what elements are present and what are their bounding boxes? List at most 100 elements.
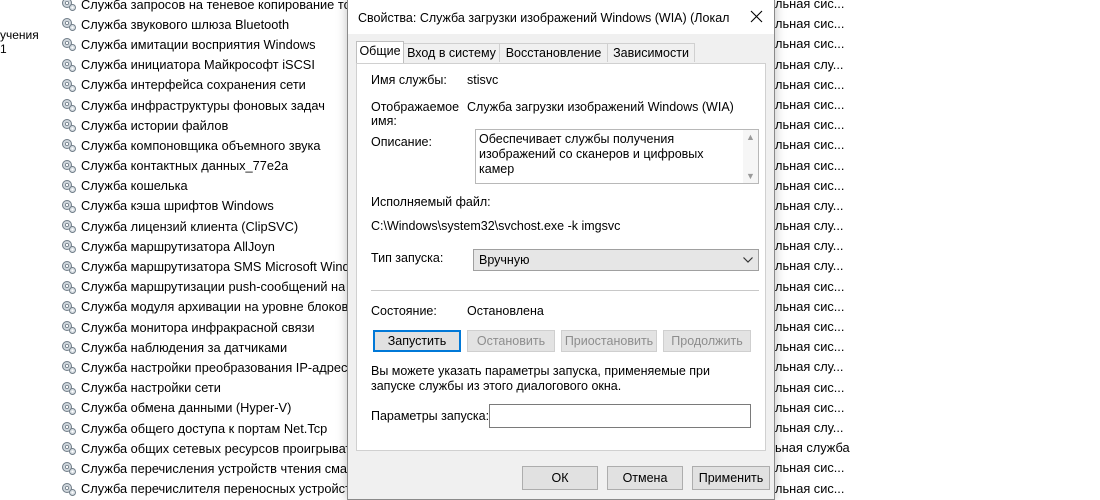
service-logon-cell: льная сис... <box>775 379 845 395</box>
startup-type-select[interactable]: Вручную <box>473 249 759 271</box>
service-row[interactable]: Служба настройки сети <box>60 378 360 398</box>
gear-icon <box>62 321 76 335</box>
service-row[interactable]: Служба перечислителя переносных устройст <box>60 479 360 499</box>
service-logon-cell: льная сис... <box>775 319 845 334</box>
service-name: Служба перечислителя переносных устройст <box>81 481 351 497</box>
apply-button[interactable]: Применить <box>692 466 770 490</box>
service-name: Служба общих сетевых ресурсов проигрыват <box>81 440 352 456</box>
stop-button[interactable]: Остановить <box>467 330 555 352</box>
service-row[interactable]: Служба интерфейса сохранения сети <box>60 75 360 95</box>
service-name: Служба общего доступа к портам Net.Tcp <box>81 420 328 436</box>
service-row[interactable]: Служба общих сетевых ресурсов проигрыват <box>60 438 360 458</box>
service-logon-cell: льная сис... <box>775 278 845 294</box>
tab-recovery[interactable]: Восстановление <box>499 43 608 62</box>
service-row[interactable]: Служба маршрутизатора SMS Microsoft Wind <box>60 256 360 276</box>
service-row[interactable]: Служба кэша шрифтов Windows <box>60 196 360 216</box>
service-row[interactable]: Служба модуля архивации на уровне блоков <box>60 297 360 317</box>
service-row[interactable]: Служба обмена данными (Hyper-V) <box>60 398 360 418</box>
service-row[interactable]: Служба контактных данных_77e2a <box>60 156 360 176</box>
start-button[interactable]: Запустить <box>373 330 461 352</box>
left-pane-text: 1 <box>0 42 7 56</box>
service-logon-cell: льная слу... <box>775 258 844 274</box>
cancel-button[interactable]: Отмена <box>607 466 683 490</box>
service-logon-cell: льная сис... <box>775 137 845 153</box>
service-row[interactable]: Служба монитора инфракрасной связи <box>60 317 360 337</box>
service-name: Служба инфраструктуры фоновых задач <box>81 97 325 113</box>
service-logon-cell: льная сис... <box>775 117 845 133</box>
dialog-title: Свойства: Служба загрузки изображений Wi… <box>358 11 730 25</box>
service-logon-cell: льная сис... <box>775 0 845 11</box>
service-logon-cell: льная сис... <box>775 96 845 112</box>
pause-button[interactable]: Приостановить <box>561 330 657 352</box>
service-row[interactable]: Служба компоновщика объемного звука <box>60 135 360 155</box>
service-logon-cell: льная сис... <box>775 480 845 496</box>
start-params-label: Параметры запуска: <box>371 409 490 423</box>
tab-dependencies[interactable]: Зависимости <box>607 43 695 62</box>
service-row[interactable]: Служба инфраструктуры фоновых задач <box>60 95 360 115</box>
gear-icon <box>62 280 76 294</box>
gear-icon <box>62 119 76 133</box>
service-row[interactable]: Служба маршрутизации push-сообщений на <box>60 277 360 297</box>
scroll-up-icon[interactable]: ▲ <box>746 132 755 142</box>
gear-icon <box>62 139 76 153</box>
service-name: Служба маршрутизатора AllJoyn <box>81 238 275 254</box>
service-row[interactable]: Служба звукового шлюза Bluetooth <box>60 14 360 34</box>
chevron-down-icon <box>743 257 753 263</box>
gear-icon <box>62 159 76 173</box>
service-name-label: Имя службы: <box>371 73 447 87</box>
service-logon-cell: льная сис... <box>775 460 845 476</box>
description-scrollbar[interactable]: ▲ ▼ <box>743 130 758 183</box>
dialog-titlebar[interactable]: Свойства: Служба загрузки изображений Wi… <box>348 0 774 34</box>
close-icon <box>750 10 763 23</box>
service-row[interactable]: Служба лицензий клиента (ClipSVC) <box>60 216 360 236</box>
service-row[interactable]: Служба наблюдения за датчиками <box>60 337 360 357</box>
service-name: Служба обмена данными (Hyper-V) <box>81 400 292 416</box>
start-params-input[interactable] <box>489 404 751 428</box>
tab-general[interactable]: Общие <box>356 41 404 63</box>
service-properties-dialog: Свойства: Служба загрузки изображений Wi… <box>347 0 775 500</box>
service-row[interactable]: Служба истории файлов <box>60 115 360 135</box>
ok-button[interactable]: ОК <box>522 466 598 490</box>
service-logon-cell: льная сис... <box>775 298 845 314</box>
service-row[interactable]: Служба общего доступа к портам Net.Tcp <box>60 418 360 438</box>
gear-icon <box>62 361 76 375</box>
service-name: Служба наблюдения за датчиками <box>81 339 288 355</box>
service-row[interactable]: Служба запросов на теневое копирование т… <box>60 0 360 14</box>
left-pane-text: учения <box>0 28 39 42</box>
service-row[interactable]: Служба маршрутизатора AllJoyn <box>60 236 360 256</box>
scroll-down-icon[interactable]: ▼ <box>746 171 755 181</box>
service-row[interactable]: Служба настройки преобразования IP-адрес… <box>60 357 360 377</box>
service-name: Служба кэша шрифтов Windows <box>81 198 274 214</box>
gear-icon <box>62 300 76 314</box>
service-row[interactable]: Служба перечисления устройств чтения сма… <box>60 458 360 478</box>
separator <box>371 290 759 291</box>
close-button[interactable] <box>740 0 774 34</box>
gear-icon <box>62 18 76 32</box>
startup-type-label: Тип запуска: <box>371 251 444 265</box>
service-name: Служба настройки преобразования IP-адрес… <box>81 359 355 375</box>
gear-icon <box>62 179 76 193</box>
service-name: Служба истории файлов <box>81 117 229 133</box>
gear-icon <box>62 422 76 435</box>
gear-icon <box>62 0 76 12</box>
display-name-label: Отображаемое <box>371 100 460 114</box>
gear-icon <box>62 99 76 112</box>
service-row[interactable]: Служба кошелька <box>60 176 360 196</box>
description-box[interactable]: Обеспечивает службы получения изображени… <box>475 129 759 184</box>
service-logon-cell: льная слу... <box>775 419 844 435</box>
gear-icon <box>62 462 76 476</box>
service-logon-cell: льная сис... <box>775 16 845 32</box>
gear-icon <box>62 482 76 496</box>
service-name: Служба компоновщика объемного звука <box>81 137 321 153</box>
service-name: Служба имитации восприятия Windows <box>81 36 316 52</box>
service-row[interactable]: Служба имитации восприятия Windows <box>60 34 360 54</box>
service-row[interactable]: Служба инициатора Майкрософт iSCSI <box>60 55 360 75</box>
tab-logon[interactable]: Вход в систему <box>403 43 500 62</box>
gear-icon <box>62 381 76 395</box>
gear-icon <box>62 240 76 254</box>
executable-path: C:\Windows\system32\svchost.exe -k imgsv… <box>371 219 621 233</box>
resume-button[interactable]: Продолжить <box>663 330 751 352</box>
service-logon-cell: льная слу... <box>775 238 844 254</box>
service-name-value: stisvc <box>467 73 499 87</box>
status-value: Остановлена <box>467 304 544 318</box>
